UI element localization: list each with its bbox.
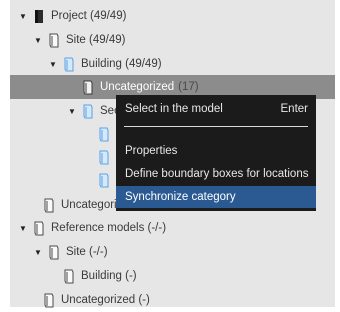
tree-item-label: Uncategorized — [100, 81, 175, 93]
tree-item-label: Building (-) — [81, 270, 137, 282]
expand-arrow-icon[interactable]: ▼ — [18, 223, 28, 233]
tree-item-label: Uncategorized (-) — [61, 294, 150, 306]
tree-item-label: Project (49/49) — [51, 10, 127, 22]
tree-item-child[interactable] — [97, 122, 116, 146]
folder-outline-icon — [83, 80, 93, 95]
item-blue-icon — [99, 173, 109, 188]
project-icon — [35, 10, 43, 23]
folder-outline-icon — [49, 245, 59, 260]
context-menu: Select in the model Enter Properties Def… — [116, 95, 316, 211]
expand-arrow-icon[interactable]: ▼ — [48, 59, 58, 69]
tree-item-ref-building[interactable]: Building (-) — [62, 264, 137, 288]
menu-item-label: Properties — [125, 145, 178, 157]
tree-item-count: (17) — [178, 81, 199, 93]
folder-outline-icon — [64, 269, 74, 284]
folder-outline-icon — [34, 221, 44, 236]
expand-arrow-icon[interactable]: ▼ — [18, 11, 28, 21]
menu-item-label: Synchronize category — [125, 191, 236, 203]
expand-arrow-icon[interactable]: ▼ — [33, 35, 43, 45]
folder-outline-icon — [44, 293, 54, 308]
item-blue-icon — [99, 127, 109, 142]
tree-item-building[interactable]: ▼ Building (49/49) — [48, 52, 162, 76]
tree-item-project[interactable]: ▼ Project (49/49) — [18, 4, 126, 28]
tree-item-ref-site[interactable]: ▼ Site (-/-) — [33, 240, 108, 264]
menu-item-label: Define boundary boxes for locations — [125, 168, 309, 180]
menu-item-synchronize-category[interactable]: Synchronize category — [116, 186, 316, 208]
menu-item-properties[interactable]: Properties — [116, 140, 316, 162]
tree-item-child[interactable] — [97, 145, 116, 169]
folder-blue-icon — [64, 57, 74, 72]
menu-item-shortcut: Enter — [280, 103, 309, 115]
tree-item-ref-uncategorized[interactable]: Uncategorized (-) — [42, 288, 150, 312]
folder-outline-icon — [44, 198, 54, 213]
expand-arrow-icon[interactable]: ▼ — [67, 106, 77, 116]
tree-item-label: Reference models (-/-) — [51, 222, 167, 234]
expand-arrow-icon[interactable]: ▼ — [33, 247, 43, 257]
tree-item-label: Building (49/49) — [81, 58, 162, 70]
menu-item-label: Select in the model — [125, 103, 223, 115]
tree-item-uncategorized-2[interactable]: Uncategoriz — [42, 193, 122, 217]
menu-item-select-in-model[interactable]: Select in the model Enter — [116, 98, 316, 120]
tree-item-reference-models[interactable]: ▼ Reference models (-/-) — [18, 216, 166, 240]
tree-item-site[interactable]: ▼ Site (49/49) — [33, 28, 125, 52]
item-blue-icon — [99, 150, 109, 165]
tree-item-label: Uncategoriz — [61, 199, 123, 211]
folder-blue-icon — [83, 104, 93, 119]
tree-item-label: Site (49/49) — [66, 34, 126, 46]
menu-separator — [124, 126, 308, 127]
tree-item-child[interactable] — [97, 168, 116, 192]
folder-outline-icon — [49, 33, 59, 48]
tree-item-label: Site (-/-) — [66, 246, 108, 258]
tree-item-section[interactable]: ▼ Sec — [67, 99, 120, 123]
menu-item-define-boundary-boxes[interactable]: Define boundary boxes for locations — [116, 163, 316, 185]
